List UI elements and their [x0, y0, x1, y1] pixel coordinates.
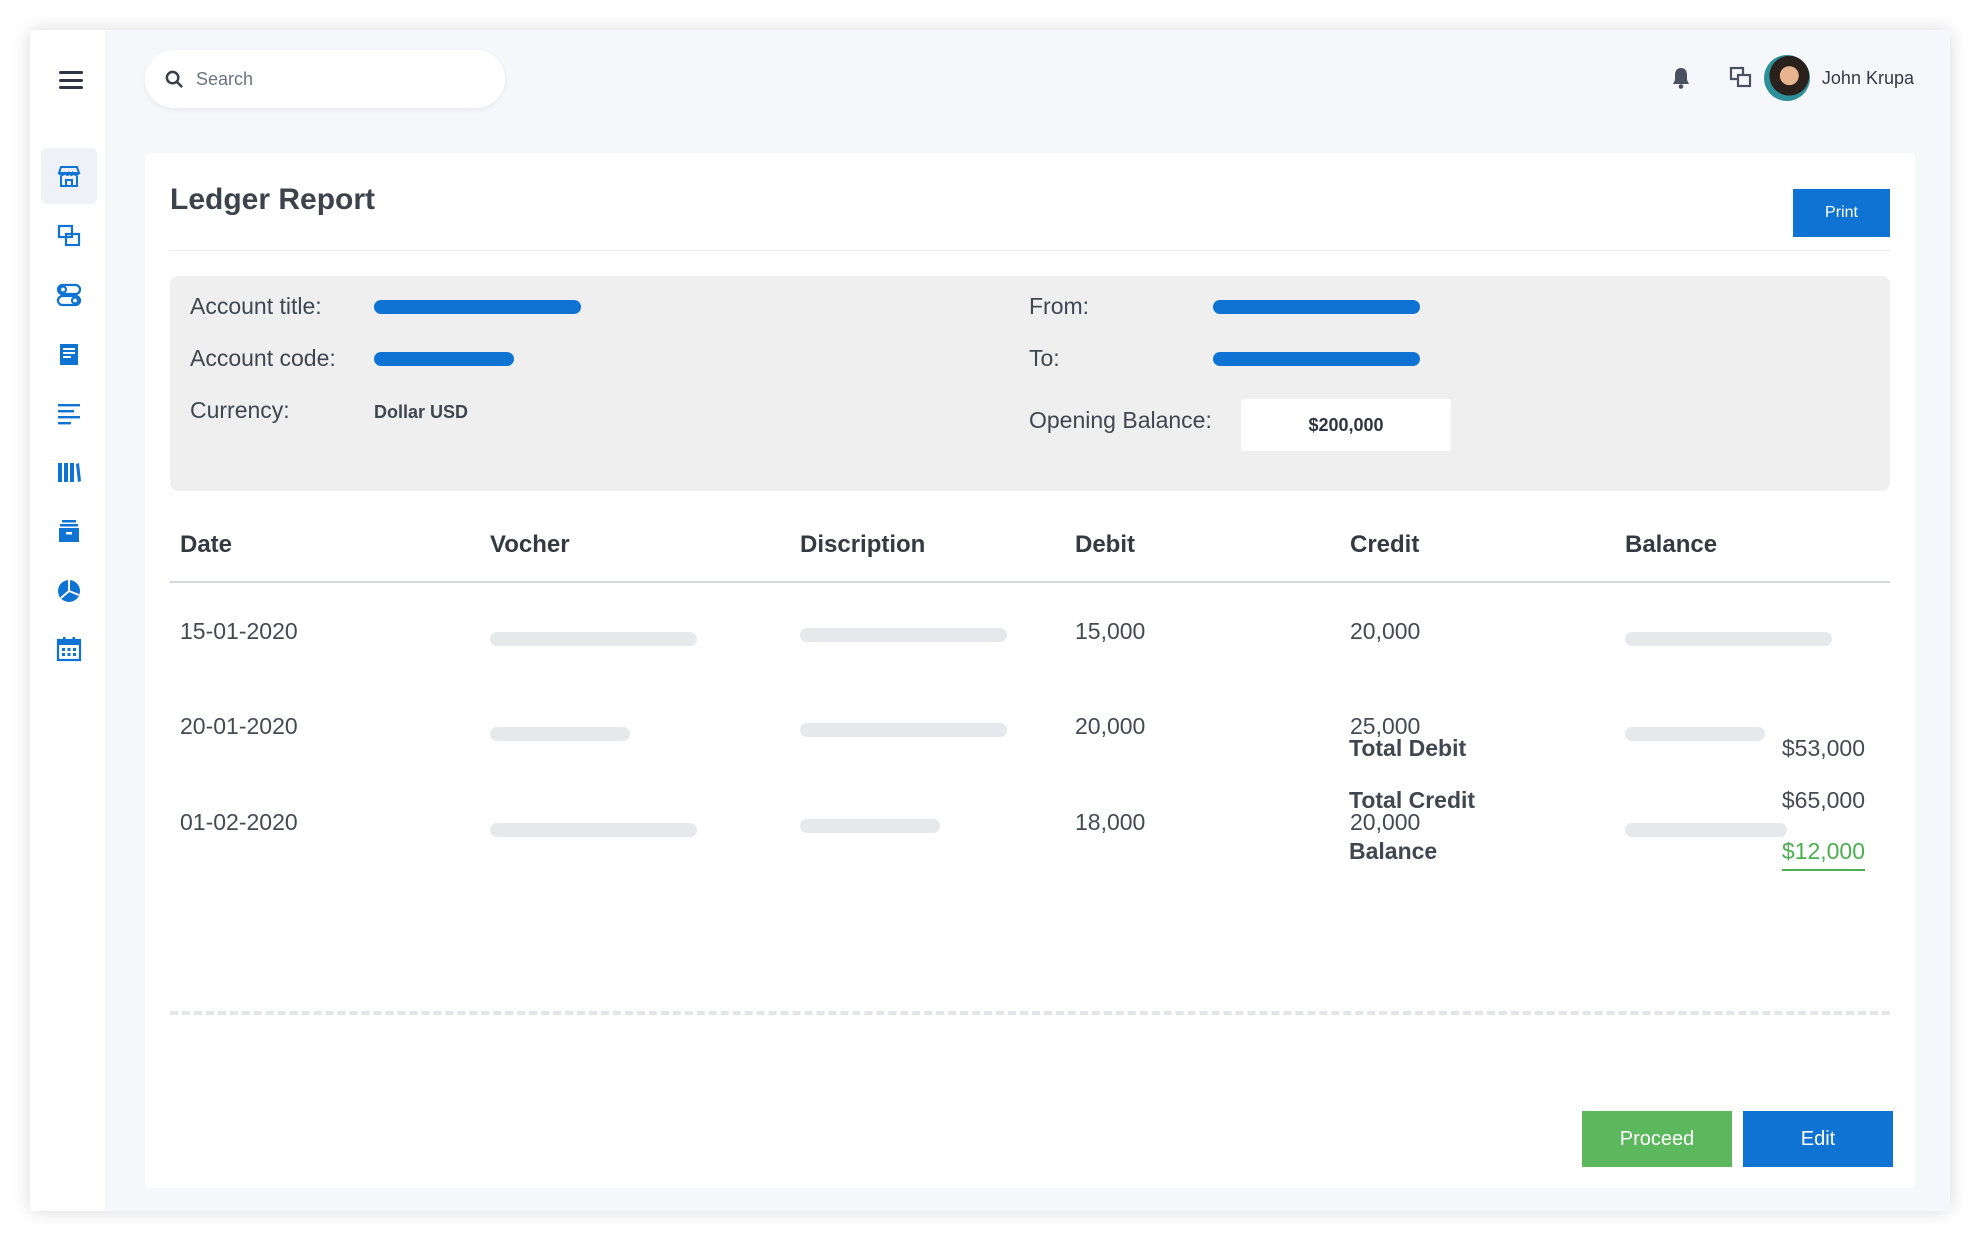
- search-icon: [165, 70, 183, 88]
- sidebar-item-toggles[interactable]: [41, 267, 97, 323]
- hamburger-menu-icon[interactable]: [59, 71, 83, 89]
- balance-value: $12,000: [1781, 838, 1865, 871]
- account-info-panel: Account title: Account code: Currency: D…: [170, 276, 1890, 491]
- cell-date: 01-02-2020: [180, 809, 298, 835]
- sidebar-item-documents[interactable]: [41, 326, 97, 382]
- app-window: John Krupa Ledger Report Print Account t…: [30, 30, 1950, 1211]
- total-credit-value: $65,000: [1781, 787, 1865, 813]
- search-input[interactable]: [196, 68, 476, 90]
- account-title-value: [374, 300, 581, 314]
- calendar-icon: [56, 637, 82, 662]
- column-header-debit: Debit: [1075, 531, 1135, 558]
- toggles-icon: [56, 283, 82, 307]
- proceed-button[interactable]: Proceed: [1582, 1111, 1732, 1167]
- sidebar: [30, 30, 107, 1211]
- cell-debit: 18,000: [1075, 809, 1146, 835]
- ledger-report-card: Ledger Report Print Account title: Accou…: [145, 153, 1915, 1188]
- cell-balance-placeholder: [1625, 727, 1765, 741]
- user-menu[interactable]: John Krupa: [1763, 54, 1914, 102]
- opening-balance-label: Opening Balance:: [1029, 407, 1212, 433]
- search-box[interactable]: [145, 50, 505, 108]
- cell-balance-placeholder: [1625, 823, 1787, 837]
- top-bar: John Krupa: [107, 30, 1950, 150]
- sidebar-item-archive[interactable]: [41, 503, 97, 559]
- books-icon: [58, 463, 81, 482]
- print-button[interactable]: Print: [1793, 189, 1890, 237]
- text-lines-icon: [58, 404, 80, 425]
- account-title-label: Account title:: [190, 293, 322, 319]
- total-debit-value: $53,000: [1781, 735, 1865, 761]
- sidebar-item-analytics[interactable]: [41, 562, 97, 618]
- cell-description-placeholder: [800, 628, 1007, 642]
- sidebar-item-windows[interactable]: [41, 208, 97, 264]
- cell-voucher-placeholder: [490, 632, 697, 646]
- column-header-date: Date: [180, 531, 233, 558]
- cell-debit: 20,000: [1075, 713, 1146, 739]
- table-row: 01-02-2020 18,000 20,000: [170, 795, 1890, 855]
- column-header-voucher: Vocher: [490, 531, 570, 558]
- page-title: Ledger Report: [170, 183, 376, 216]
- table-header-divider: [170, 581, 1890, 583]
- cell-description-placeholder: [800, 819, 940, 833]
- cell-voucher-placeholder: [490, 727, 630, 741]
- dashed-divider: [170, 1011, 1890, 1015]
- divider: [170, 250, 1890, 251]
- user-name: John Krupa: [1821, 67, 1914, 88]
- copy-windows-icon: [57, 224, 81, 247]
- sidebar-item-calendar[interactable]: [41, 621, 97, 677]
- currency-label: Currency:: [190, 397, 290, 423]
- from-label: From:: [1029, 293, 1090, 319]
- cell-voucher-placeholder: [490, 823, 697, 837]
- column-header-description: Discription: [800, 531, 926, 558]
- bell-icon[interactable]: [1668, 65, 1694, 91]
- table-row: 15-01-2020 15,000 20,000: [170, 604, 1890, 664]
- column-header-balance: Balance: [1625, 531, 1718, 558]
- edit-button[interactable]: Edit: [1743, 1111, 1893, 1167]
- cell-description-placeholder: [800, 723, 1007, 737]
- total-debit-label: Total Debit: [1349, 735, 1467, 761]
- store-icon: [57, 166, 81, 187]
- copy-windows-icon[interactable]: [1728, 65, 1754, 91]
- avatar: [1763, 55, 1810, 101]
- total-credit-label: Total Credit: [1349, 787, 1476, 813]
- currency-value: Dollar USD: [374, 402, 469, 422]
- opening-balance-value: $200,000: [1241, 399, 1451, 451]
- sidebar-item-library[interactable]: [41, 444, 97, 500]
- sidebar-item-text[interactable]: [41, 385, 97, 441]
- to-date-value: [1213, 352, 1420, 366]
- column-header-credit: Credit: [1350, 531, 1420, 558]
- to-label: To:: [1029, 345, 1060, 371]
- account-code-label: Account code:: [190, 345, 336, 371]
- cell-debit: 15,000: [1075, 618, 1146, 644]
- pie-chart-icon: [58, 580, 80, 602]
- cell-credit: 20,000: [1350, 618, 1421, 644]
- sidebar-item-store[interactable]: [41, 148, 97, 204]
- balance-label: Balance: [1349, 838, 1438, 864]
- cell-balance-placeholder: [1625, 632, 1832, 646]
- cell-date: 20-01-2020: [180, 713, 298, 739]
- account-code-value: [374, 352, 514, 366]
- from-date-value: [1213, 300, 1420, 314]
- archive-icon: [59, 520, 79, 542]
- document-icon: [60, 344, 78, 365]
- cell-date: 15-01-2020: [180, 618, 298, 644]
- table-row: 20-01-2020 20,000 25,000: [170, 699, 1890, 759]
